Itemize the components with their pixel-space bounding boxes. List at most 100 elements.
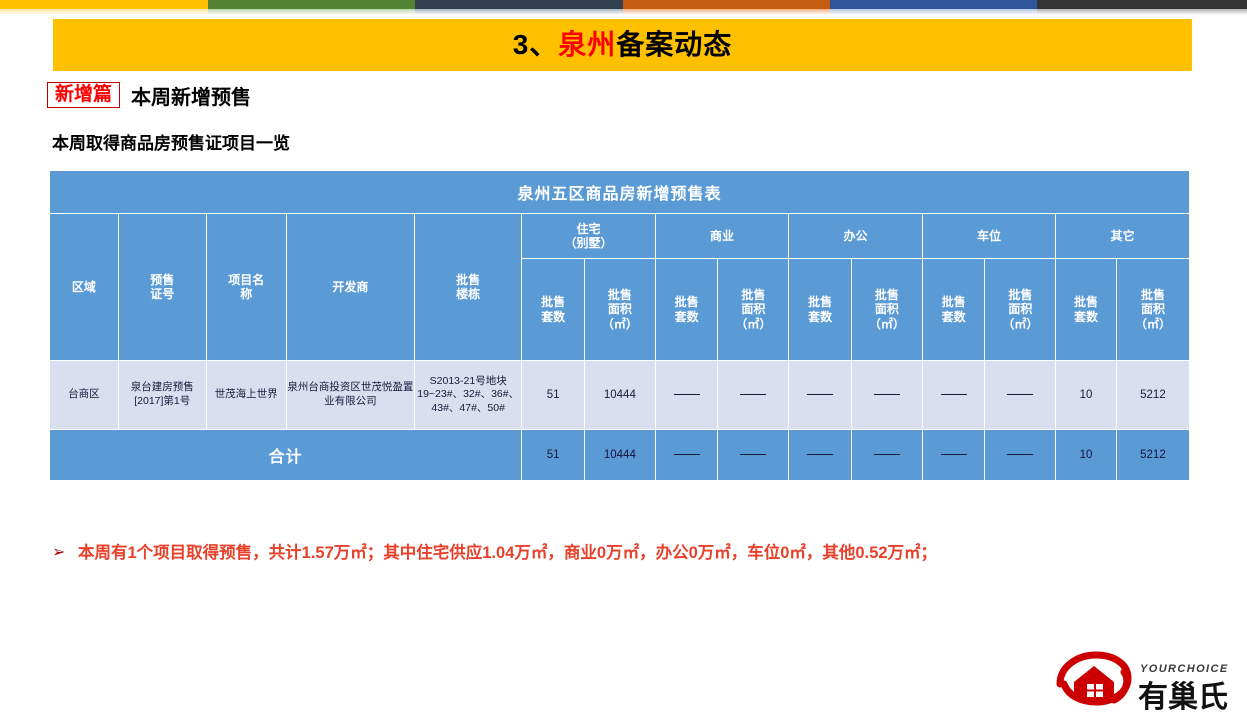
sub-header-units-line1-e: 批售 (1074, 295, 1099, 310)
sub-header-area-line3-b: （㎡） (735, 316, 772, 331)
cell-buildings: S2013-21号地块19~23#、32#、36#、43#、47#、50# (414, 360, 523, 430)
sub-header-units-line2-e: 套数 (1074, 309, 1099, 324)
col-header-project-line1: 项目名 (228, 272, 265, 287)
cell-other-area: 5212 (1115, 360, 1191, 430)
bullet-arrow-icon: ➢ (52, 544, 66, 561)
subtitle: 本周新增预售 (131, 86, 252, 109)
group-header-other-label: 其它 (1110, 228, 1135, 243)
total-parking-units (921, 429, 986, 481)
sub-header-area-line1-d: 批售 (1008, 288, 1033, 303)
cell-parking-area (984, 360, 1057, 430)
total-label: 合计 (48, 429, 523, 481)
logo-tagline: YOURCHOICE (1140, 663, 1229, 675)
page-title-suffix: 备案动态 (616, 29, 733, 60)
sub-header-office-area: 批售 面积 （㎡） (850, 258, 923, 361)
sub-header-residential-units: 批售 套数 (521, 258, 585, 361)
strip-segment-orange (623, 0, 830, 15)
col-header-project: 项目名 称 (205, 213, 287, 361)
page-title-highlight: 泉州 (558, 29, 617, 60)
sub-header-area-line2-a: 面积 (607, 302, 632, 317)
cell-parking-units (921, 360, 986, 430)
cell-residential-area: 10444 (583, 360, 656, 430)
cell-developer: 泉州台商投资区世茂悦盈置业有限公司 (285, 360, 416, 430)
company-logo: YOURCHOICE 有巢氏 (1052, 650, 1234, 715)
sub-header-area-line2-b: 面积 (741, 302, 766, 317)
strip-segment-blue (830, 0, 1037, 15)
section-title: 本周取得商品房预售证项目一览 (52, 134, 290, 153)
sub-header-units-line2-a: 套数 (541, 309, 566, 324)
dash-icon (940, 394, 967, 395)
sub-header-office-units: 批售 套数 (788, 258, 852, 361)
total-other-area: 5212 (1115, 429, 1191, 481)
group-header-other: 其它 (1055, 213, 1190, 259)
dash-icon (1007, 394, 1034, 395)
cell-area: 台商区 (49, 360, 119, 430)
cell-other-units: 10 (1055, 360, 1117, 430)
group-header-office: 办公 (788, 213, 923, 259)
sub-header-units-line2-c: 套数 (808, 309, 833, 324)
col-header-permit-no: 预售 证号 (117, 213, 207, 361)
cell-project: 世茂海上世界 (205, 360, 287, 430)
col-header-area: 区域 (49, 213, 119, 361)
strip-segment-green (208, 0, 415, 15)
total-other-units: 10 (1055, 429, 1117, 481)
col-header-buildings-line1: 批售 (456, 272, 481, 287)
total-residential-units: 51 (521, 429, 585, 481)
cell-office-units (788, 360, 852, 430)
dash-icon (740, 454, 767, 456)
table-title: 泉州五区商品房新增预售表 (49, 170, 1190, 214)
total-commercial-units (654, 429, 719, 481)
sub-header-units-line1-c: 批售 (808, 295, 833, 310)
sub-header-units-line2-d: 套数 (941, 309, 966, 324)
sub-header-other-area: 批售 面积 （㎡） (1115, 258, 1191, 361)
strip-segment-darkgray (1037, 0, 1247, 15)
group-header-parking: 车位 (921, 213, 1057, 259)
sub-header-area-line2-d: 面积 (1008, 302, 1033, 317)
sub-header-parking-area: 批售 面积 （㎡） (984, 258, 1057, 361)
cell-office-area (850, 360, 923, 430)
sub-header-units-line1-b: 批售 (674, 295, 699, 310)
sub-header-units-line2-b: 套数 (674, 309, 699, 324)
col-header-developer: 开发商 (285, 213, 416, 361)
group-header-residential: 住宅 （别墅） (521, 213, 656, 259)
dash-icon (873, 394, 900, 395)
col-header-buildings: 批售 楼栋 (414, 213, 523, 361)
total-parking-area (984, 429, 1057, 481)
sub-header-area-line3-c: （㎡） (868, 316, 905, 331)
page-title: 3、泉州备案动态 (513, 31, 733, 59)
col-header-buildings-line2: 楼栋 (456, 287, 481, 301)
dash-icon (673, 394, 700, 395)
dash-icon (673, 454, 700, 456)
page-title-banner: 3、泉州备案动态 (53, 19, 1192, 71)
logo-svg: YOURCHOICE 有巢氏 (1056, 651, 1229, 715)
page-title-prefix: 3、 (512, 29, 559, 60)
sub-header-commercial-area: 批售 面积 （㎡） (717, 258, 790, 361)
total-commercial-area (717, 429, 790, 481)
table-total-row: 合计 51 10444 10 5212 (48, 429, 1191, 481)
table-header-row-1: 区域 预售 证号 项目名 称 开发商 批售 楼栋 住宅 （别墅） 商业 办公 车… (49, 213, 1190, 361)
table-caption-row: 泉州五区商品房新增预售表 (49, 170, 1190, 214)
cell-commercial-units (654, 360, 719, 430)
dash-icon (940, 454, 967, 456)
status-badge: 新增篇 (47, 82, 121, 108)
badge-row: 新增篇 本周新增预售 (47, 80, 251, 110)
sub-header-area-line3-d: （㎡） (1002, 316, 1039, 331)
dash-icon (807, 394, 834, 395)
presale-table: 泉州五区商品房新增预售表 区域 预售 证号 项目名 称 开发商 批售 楼栋 住宅… (48, 170, 1191, 481)
sub-header-commercial-units: 批售 套数 (654, 258, 719, 361)
table-row: 台商区 泉台建房预售[2017]第1号 世茂海上世界 泉州台商投资区世茂悦盈置业… (49, 360, 1191, 430)
summary-bullet: ➢ 本周有1个项目取得预售，共计1.57万㎡；其中住宅供应1.04万㎡，商业0万… (52, 541, 1182, 567)
sub-header-area-line2-c: 面积 (874, 302, 899, 317)
col-header-project-line2: 称 (240, 287, 253, 301)
sub-header-units-line1-a: 批售 (541, 295, 566, 310)
strip-segment-navy (415, 0, 623, 15)
summary-text: 本周有1个项目取得预售，共计1.57万㎡；其中住宅供应1.04万㎡，商业0万㎡，… (78, 544, 938, 562)
dash-icon (1007, 454, 1034, 456)
sub-header-area-line3-e: （㎡） (1134, 316, 1171, 331)
sub-header-area-line1-e: 批售 (1140, 288, 1165, 303)
group-header-residential-line2: （别墅） (564, 236, 613, 250)
logo-brand: 有巢氏 (1138, 680, 1228, 714)
group-header-commercial: 商业 (654, 213, 790, 259)
cell-commercial-area (717, 360, 790, 430)
group-header-office-label: 办公 (843, 228, 868, 243)
